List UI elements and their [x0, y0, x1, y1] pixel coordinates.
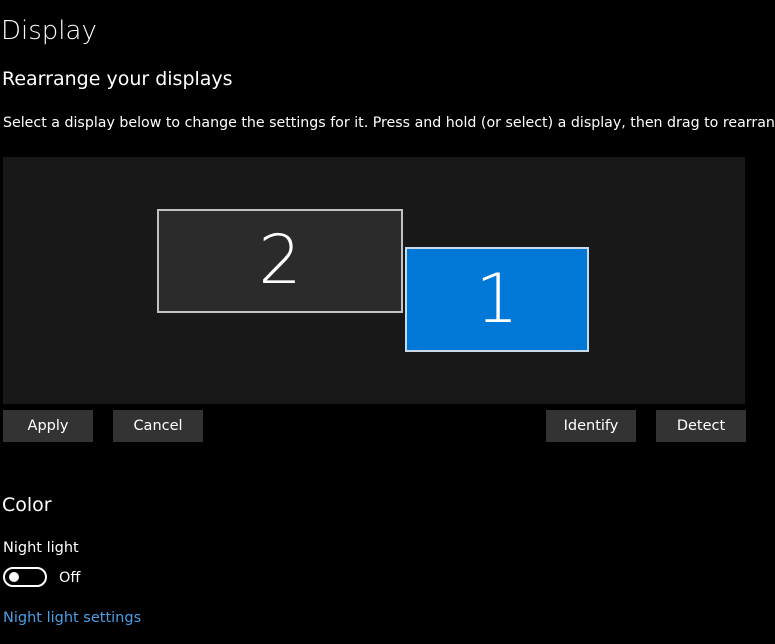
apply-button[interactable]: Apply [3, 410, 93, 442]
display-2-number: 2 [258, 221, 302, 300]
display-1[interactable]: 1 [405, 247, 589, 352]
detect-button[interactable]: Detect [656, 410, 746, 442]
cancel-button[interactable]: Cancel [113, 410, 203, 442]
page-title: Display [1, 16, 97, 46]
night-light-settings-link[interactable]: Night light settings [3, 608, 141, 628]
display-2[interactable]: 2 [157, 209, 403, 313]
night-light-state: Off [59, 570, 81, 586]
night-light-label: Night light [3, 540, 79, 556]
display-1-number: 1 [475, 259, 519, 339]
display-arrangement-area[interactable]: 2 1 [3, 157, 745, 404]
toggle-knob [9, 572, 19, 582]
rearrange-heading: Rearrange your displays [2, 68, 233, 90]
color-heading: Color [2, 494, 52, 516]
identify-button[interactable]: Identify [546, 410, 636, 442]
night-light-toggle[interactable] [3, 567, 47, 587]
rearrange-instructions: Select a display below to change the set… [3, 115, 775, 131]
